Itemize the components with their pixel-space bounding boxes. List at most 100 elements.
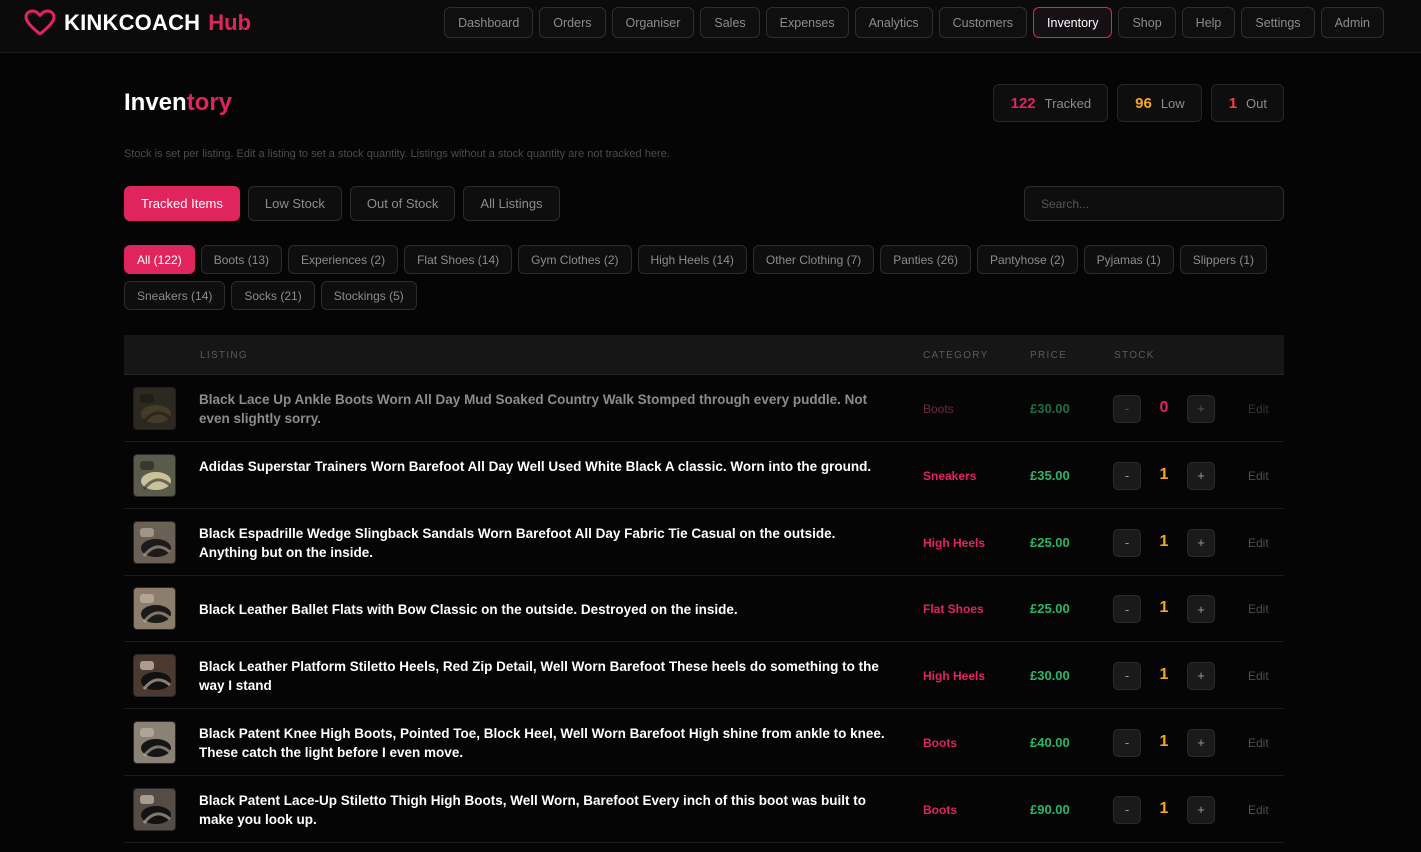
increase-stock-button[interactable]: + <box>1187 661 1215 690</box>
category-chip-boots[interactable]: Boots (13) <box>200 245 283 274</box>
filter-out-of-stock[interactable]: Out of Stock <box>349 186 456 221</box>
table-row: Black Leather Platform Stiletto Heels, R… <box>124 642 1284 709</box>
listing-thumbnail[interactable] <box>133 386 176 430</box>
edit-listing-link[interactable]: Edit <box>1248 602 1269 616</box>
category-chip-pantyhose[interactable]: Pantyhose (2) <box>976 245 1078 274</box>
stock-quantity: 0 <box>1159 398 1169 416</box>
nav-shop[interactable]: Shop <box>1118 7 1176 38</box>
edit-listing-link[interactable]: Edit <box>1248 402 1269 416</box>
search-input[interactable] <box>1024 186 1284 221</box>
inventory-table: LISTING CATEGORY PRICE STOCK Black Lace … <box>124 335 1284 843</box>
increase-stock-button[interactable]: + <box>1187 595 1215 623</box>
listing-thumbnail[interactable] <box>133 453 176 497</box>
listing-thumbnail[interactable] <box>133 587 176 630</box>
listing-category: Flat Shoes <box>923 602 984 616</box>
nav-organiser[interactable]: Organiser <box>611 7 695 38</box>
table-header: LISTING CATEGORY PRICE STOCK <box>124 335 1284 375</box>
listing-title[interactable]: Black Lace Up Ankle Boots Worn All Day M… <box>199 390 889 428</box>
nav-expenses[interactable]: Expenses <box>765 7 849 38</box>
listing-category: Sneakers <box>923 468 977 483</box>
edit-listing-link[interactable]: Edit <box>1248 469 1269 483</box>
listing-category: Boots <box>923 401 954 416</box>
brand-name: KINKCOACH <box>64 10 201 35</box>
nav-settings[interactable]: Settings <box>1241 7 1315 38</box>
increase-stock-button[interactable]: + <box>1187 728 1215 757</box>
listing-title[interactable]: Black Leather Platform Stiletto Heels, R… <box>199 657 889 695</box>
edit-listing-link[interactable]: Edit <box>1248 536 1269 550</box>
increase-stock-button[interactable]: + <box>1187 795 1215 824</box>
category-chip-high-heels[interactable]: High Heels (14) <box>637 245 747 274</box>
filter-tracked-items[interactable]: Tracked Items <box>124 186 240 221</box>
listing-category: High Heels <box>923 668 986 683</box>
nav-sales[interactable]: Sales <box>700 7 760 38</box>
category-chip-experiences[interactable]: Experiences (2) <box>288 245 399 274</box>
stat-label: Low <box>1160 95 1185 111</box>
increase-stock-button[interactable]: + <box>1187 461 1215 490</box>
nav-inventory[interactable]: Inventory <box>1033 7 1113 38</box>
nav-orders[interactable]: Orders <box>539 7 606 38</box>
decrease-stock-button[interactable]: - <box>1113 795 1141 824</box>
increase-stock-button[interactable]: + <box>1187 528 1215 557</box>
nav-admin[interactable]: Admin <box>1320 7 1384 38</box>
listing-price: £40.00 <box>1030 734 1070 750</box>
page-title: Inventory <box>124 89 232 117</box>
listing-price: £25.00 <box>1030 534 1070 550</box>
edit-listing-link[interactable]: Edit <box>1248 736 1269 750</box>
decrease-stock-button[interactable]: - <box>1113 394 1141 423</box>
filter-all-listings[interactable]: All Listings <box>463 186 560 221</box>
listing-title[interactable]: Black Espadrille Wedge Slingback Sandals… <box>199 524 889 562</box>
listing-price: £25.00 <box>1030 601 1070 616</box>
decrease-stock-button[interactable]: - <box>1113 661 1141 690</box>
stat-low: 96 Low <box>1117 84 1202 122</box>
brand-logo[interactable]: KINKCOACH Hub <box>24 9 251 37</box>
stat-label: Out <box>1246 95 1267 111</box>
listing-thumbnail[interactable] <box>133 720 176 764</box>
listing-title[interactable]: Black Leather Ballet Flats with Bow Clas… <box>199 600 889 619</box>
listing-price: £35.00 <box>1030 467 1070 483</box>
decrease-stock-button[interactable]: - <box>1113 595 1141 623</box>
category-chip-panties[interactable]: Panties (26) <box>880 245 971 274</box>
listing-thumbnail[interactable] <box>133 520 176 564</box>
listing-category: Boots <box>923 735 957 750</box>
category-chip-sneakers[interactable]: Sneakers (14) <box>124 281 226 310</box>
increase-stock-button[interactable]: + <box>1187 394 1215 423</box>
category-chip-flat-shoes[interactable]: Flat Shoes (14) <box>404 245 513 274</box>
category-chip-all[interactable]: All (122) <box>124 245 195 274</box>
decrease-stock-button[interactable]: - <box>1113 461 1141 490</box>
category-chip-gym-clothes[interactable]: Gym Clothes (2) <box>518 245 632 274</box>
category-chip-socks[interactable]: Socks (21) <box>231 281 315 310</box>
nav-analytics[interactable]: Analytics <box>854 7 933 38</box>
edit-listing-link[interactable]: Edit <box>1248 669 1269 683</box>
stats-group: 122 Tracked 96 Low 1 Out <box>992 84 1284 122</box>
main-nav: Dashboard Orders Organiser Sales Expenses Ana… <box>444 7 1384 38</box>
table-body: Black Lace Up Ankle Boots Worn All Day M… <box>124 375 1284 843</box>
stock-quantity: 1 <box>1159 732 1169 750</box>
nav-customers[interactable]: Customers <box>938 7 1028 38</box>
category-chip-stockings[interactable]: Stockings (5) <box>320 281 417 310</box>
stock-quantity: 1 <box>1159 599 1169 616</box>
listing-thumbnail[interactable] <box>133 653 176 697</box>
edit-listing-link[interactable]: Edit <box>1248 803 1269 817</box>
listing-title[interactable]: Adidas Superstar Trainers Worn Barefoot … <box>199 457 889 476</box>
listing-price: £30.00 <box>1030 667 1070 683</box>
stock-quantity: 1 <box>1159 665 1169 683</box>
listing-thumbnail[interactable] <box>133 787 176 831</box>
filter-low-stock[interactable]: Low Stock <box>247 186 342 221</box>
nav-help[interactable]: Help <box>1181 7 1236 38</box>
listing-title[interactable]: Black Patent Lace-Up Stiletto Thigh High… <box>199 791 889 829</box>
heart-icon <box>24 9 56 36</box>
top-bar: KINKCOACH Hub Dashboard Orders Organiser Sa… <box>0 0 1421 53</box>
brand-hub: Hub <box>208 10 252 35</box>
listing-category: High Heels <box>923 535 986 550</box>
listing-title[interactable]: Black Patent Knee High Boots, Pointed To… <box>199 724 889 762</box>
category-chip-other-clothing[interactable]: Other Clothing (7) <box>752 245 875 274</box>
category-chip-slippers[interactable]: Slippers (1) <box>1179 245 1268 274</box>
stock-quantity: 1 <box>1159 532 1169 550</box>
decrease-stock-button[interactable]: - <box>1113 528 1141 557</box>
page-title-accent: tory <box>186 89 233 116</box>
category-chip-pyjamas[interactable]: Pyjamas (1) <box>1083 245 1174 274</box>
decrease-stock-button[interactable]: - <box>1113 728 1141 757</box>
nav-dashboard[interactable]: Dashboard <box>444 7 534 38</box>
table-row: Black Lace Up Ankle Boots Worn All Day M… <box>124 375 1284 442</box>
category-chips: All (122) Boots (13) Experiences (2) Flat S… <box>124 245 1284 310</box>
